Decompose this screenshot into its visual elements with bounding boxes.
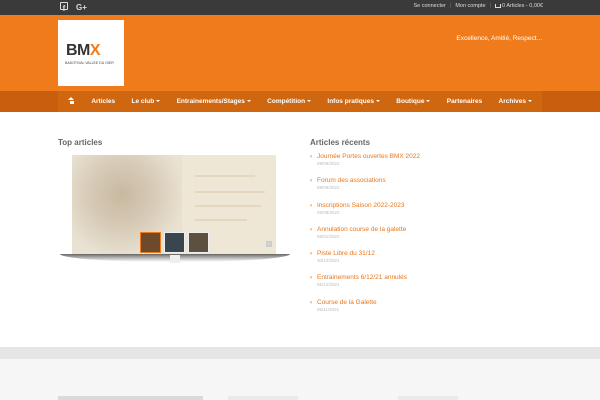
- article-title[interactable]: Course de la Galette: [317, 299, 550, 307]
- list-item[interactable]: › Piste Libre du 31/12 30/12/2021: [310, 250, 550, 274]
- recent-articles-list: › Journée Portes ouvertes BMX 2022 09/09…: [310, 153, 550, 323]
- separator: |: [449, 3, 452, 9]
- article-title[interactable]: Piste Libre du 31/12: [317, 250, 550, 258]
- nav-item-infos-pratiques[interactable]: Infos pratiques: [327, 98, 380, 105]
- site-footer: [0, 359, 600, 400]
- top-articles-heading: Top articles: [58, 138, 103, 147]
- list-item[interactable]: › Forum des associations 08/09/2022: [310, 177, 550, 201]
- caret-down-icon: [375, 100, 380, 102]
- chevron-right-icon: ›: [310, 154, 312, 160]
- slide-thumbnail[interactable]: [188, 232, 209, 253]
- social-links: f G+: [60, 2, 87, 13]
- list-item[interactable]: › Course de la Galette 05/11/2021: [310, 299, 550, 323]
- cart-icon: [495, 4, 502, 8]
- nav-item-archives[interactable]: Archives: [499, 98, 532, 105]
- article-title[interactable]: Annulation course de la galette: [317, 226, 550, 234]
- article-date: 05/11/2021: [317, 306, 340, 312]
- nav-home[interactable]: [68, 97, 75, 106]
- slide-text-line: [195, 219, 247, 221]
- top-bar: f G+ Se connecter | Mon compte | 0 Artic…: [0, 0, 600, 15]
- google-plus-icon[interactable]: G+: [76, 2, 87, 13]
- logo-subtitle: BADOTIVAL VALLÉE DU GIER: [65, 61, 114, 65]
- account-link[interactable]: Mon compte: [455, 3, 485, 9]
- cart-label: 0 Articles - 0,00€: [502, 3, 543, 9]
- list-item[interactable]: › Journée Portes ouvertes BMX 2022 09/09…: [310, 153, 550, 177]
- top-articles-slider[interactable]: ›: [60, 155, 290, 263]
- article-title[interactable]: Forum des associations: [317, 177, 550, 185]
- cart-link[interactable]: 0 Articles - 0,00€: [495, 3, 543, 9]
- recent-articles-heading: Articles récents: [310, 138, 371, 147]
- nav-item-partenaires[interactable]: Partenaires: [447, 98, 482, 105]
- chevron-right-icon: ›: [310, 275, 312, 282]
- article-date: 30/12/2021: [317, 258, 340, 264]
- article-title[interactable]: Entrainements 6/12/21 annulés: [317, 274, 550, 282]
- separator: |: [489, 3, 492, 9]
- article-title[interactable]: Inscriptions Saison 2022-2023: [317, 202, 550, 210]
- chevron-right-icon: ›: [310, 178, 312, 185]
- caret-down-icon: [527, 100, 532, 102]
- footer-widget-bar: [58, 396, 203, 400]
- caret-down-icon: [426, 100, 431, 102]
- utility-links: Se connecter | Mon compte | 0 Articles -…: [413, 3, 543, 9]
- nav-item-entrainements[interactable]: Entrainements/Stages: [177, 98, 251, 105]
- caret-down-icon: [307, 100, 312, 102]
- slide-text-line: [195, 175, 255, 177]
- slider-shadow-gap: [170, 255, 180, 263]
- slide-thumbnail[interactable]: [164, 232, 185, 253]
- article-date: 06/12/2021: [317, 282, 340, 288]
- site-logo[interactable]: BMX BADOTIVAL VALLÉE DU GIER: [58, 20, 124, 86]
- article-date: 09/09/2022: [317, 161, 340, 166]
- main-nav: Articles Le club Entrainements/Stages Co…: [0, 91, 600, 112]
- article-title[interactable]: Journée Portes ouvertes BMX 2022: [317, 153, 550, 161]
- logo-text: BMX: [66, 42, 101, 59]
- nav-item-le-club[interactable]: Le club: [131, 98, 161, 105]
- chevron-right-icon: ›: [310, 202, 312, 209]
- login-link[interactable]: Se connecter: [413, 3, 445, 9]
- slide-text-line: [195, 191, 265, 193]
- nav-item-boutique[interactable]: Boutique: [396, 98, 431, 105]
- footer-divider: [0, 347, 600, 359]
- slide-thumbnail[interactable]: [140, 232, 161, 253]
- list-item[interactable]: › Inscriptions Saison 2022-2023 25/08/20…: [310, 202, 550, 226]
- caret-down-icon: [246, 100, 251, 102]
- nav-item-competition[interactable]: Compétition: [267, 98, 312, 105]
- chevron-right-icon: ›: [310, 251, 312, 258]
- article-date: 06/01/2022: [317, 233, 340, 239]
- facebook-icon[interactable]: f: [60, 2, 68, 13]
- footer-widget-bar: [398, 396, 458, 400]
- nav-item-articles[interactable]: Articles: [91, 98, 115, 105]
- site-header: BMX BADOTIVAL VALLÉE DU GIER Excellence,…: [0, 15, 600, 91]
- site-tagline: Excellence, Amitié, Respect...: [456, 35, 542, 42]
- list-item[interactable]: › Annulation course de la galette 06/01/…: [310, 226, 550, 250]
- slider-thumbnails: [140, 232, 209, 253]
- nav-bar: Articles Le club Entrainements/Stages Co…: [58, 91, 542, 112]
- article-date: 25/08/2022: [317, 209, 340, 215]
- caret-down-icon: [156, 100, 161, 102]
- article-date: 08/09/2022: [317, 185, 340, 191]
- list-item[interactable]: › Entrainements 6/12/21 annulés 06/12/20…: [310, 274, 550, 298]
- chevron-right-icon: ›: [310, 299, 312, 306]
- home-icon: [68, 97, 75, 104]
- slider-next-icon[interactable]: ›: [266, 241, 272, 247]
- slide-text-line: [195, 205, 261, 207]
- footer-widget-bar: [228, 396, 298, 400]
- chevron-right-icon: ›: [310, 226, 312, 233]
